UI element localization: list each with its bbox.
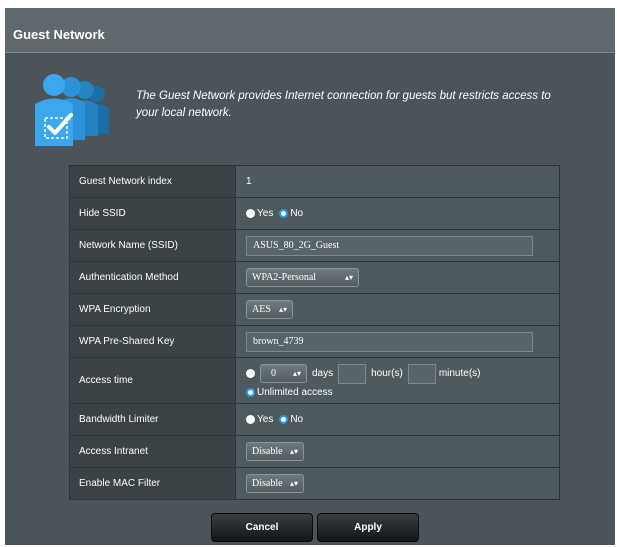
select-value: WPA2-Personal <box>252 272 317 283</box>
title-bar: Guest Network <box>5 8 615 53</box>
guest-users-checkmark-icon <box>31 74 113 157</box>
row-label: Hide SSID <box>70 198 236 229</box>
unlimited-access-radio[interactable] <box>246 387 255 397</box>
table-row: Enable MAC Filter Disable ▴▾ <box>70 468 559 499</box>
row-label: WPA Encryption <box>70 294 236 325</box>
window-title: Guest Network <box>13 27 105 42</box>
access-time-unlimited-line: Unlimited access <box>246 387 339 398</box>
radio-label: No <box>290 208 304 219</box>
access-time-limited-line: 0 ▴▾ days hour(s) minute(s) <box>246 363 481 384</box>
limited-access-radio[interactable] <box>246 369 255 378</box>
select-value: Disable <box>252 478 283 489</box>
minutes-input[interactable] <box>407 363 436 384</box>
select-arrows-icon: ▴▾ <box>344 273 353 282</box>
row-label: Access time <box>70 358 236 403</box>
radio-label: No <box>290 414 304 425</box>
guest-network-index-value: 1 <box>236 166 559 197</box>
table-row: Guest Network index 1 <box>70 166 559 198</box>
hide-ssid-no-radio[interactable] <box>279 209 289 218</box>
hide-ssid-options: Yes No <box>236 198 559 229</box>
select-arrows-icon: ▴▾ <box>292 369 301 378</box>
psk-cell: brown_4739 <box>236 326 559 357</box>
ssid-cell: ASUS_80_2G_Guest <box>236 230 559 261</box>
select-value: AES <box>252 304 271 315</box>
bandwidth-yes-radio[interactable] <box>246 415 255 424</box>
access-intranet-select[interactable]: Disable ▴▾ <box>246 442 304 461</box>
intro-description: The Guest Network provides Internet conn… <box>136 90 551 119</box>
row-label: Guest Network index <box>70 166 236 197</box>
encryption-cell: AES ▴▾ <box>236 294 559 325</box>
mac-filter-cell: Disable ▴▾ <box>236 468 559 499</box>
row-label: Enable MAC Filter <box>70 468 236 499</box>
hide-ssid-yes-radio[interactable] <box>246 209 255 218</box>
bandwidth-options: Yes No <box>236 404 559 435</box>
days-stepper[interactable]: 0 ▴▾ <box>260 364 307 383</box>
table-row: Bandwidth Limiter Yes No <box>70 404 559 436</box>
table-row: Hide SSID Yes No <box>70 198 559 230</box>
row-label: Network Name (SSID) <box>70 230 236 261</box>
wpa-encryption-select[interactable]: AES ▴▾ <box>246 300 293 319</box>
apply-button[interactable]: Apply <box>317 513 419 542</box>
row-label: Authentication Method <box>70 262 236 293</box>
hours-label: hour(s) <box>371 368 403 379</box>
table-row: WPA Encryption AES ▴▾ <box>70 294 559 326</box>
table-row: WPA Pre-Shared Key brown_4739 <box>70 326 559 358</box>
settings-table: Guest Network index 1 Hide SSID Yes No N… <box>69 165 560 500</box>
select-arrows-icon: ▴▾ <box>278 305 287 314</box>
select-value: 0 <box>271 368 276 379</box>
hours-input[interactable] <box>338 363 367 384</box>
table-row: Authentication Method WPA2-Personal ▴▾ <box>70 262 559 294</box>
radio-label: Yes <box>257 414 274 425</box>
pre-shared-key-input[interactable]: brown_4739 <box>246 331 533 352</box>
table-row: Access time 0 ▴▾ days hour(s) minute(s) <box>70 358 559 404</box>
table-row: Network Name (SSID) ASUS_80_2G_Guest <box>70 230 559 262</box>
minutes-label: minute(s) <box>438 368 481 379</box>
cancel-button[interactable]: Cancel <box>211 513 313 542</box>
days-label: days <box>312 368 334 379</box>
auth-cell: WPA2-Personal ▴▾ <box>236 262 559 293</box>
guest-network-window: Guest Network The Guest Network provides… <box>5 8 615 545</box>
row-label: Bandwidth Limiter <box>70 404 236 435</box>
select-arrows-icon: ▴▾ <box>289 479 298 488</box>
mac-filter-select[interactable]: Disable ▴▾ <box>246 474 304 493</box>
row-label: Access Intranet <box>70 436 236 467</box>
ssid-input[interactable]: ASUS_80_2G_Guest <box>246 235 533 256</box>
table-row: Access Intranet Disable ▴▾ <box>70 436 559 468</box>
access-time-cell: 0 ▴▾ days hour(s) minute(s) Unlimited ac… <box>236 358 559 403</box>
select-value: Disable <box>252 446 283 457</box>
authentication-method-select[interactable]: WPA2-Personal ▴▾ <box>246 268 359 287</box>
radio-label: Yes <box>257 208 274 219</box>
row-label: WPA Pre-Shared Key <box>70 326 236 357</box>
select-arrows-icon: ▴▾ <box>289 447 298 456</box>
radio-label: Unlimited access <box>257 386 333 398</box>
intranet-cell: Disable ▴▾ <box>236 436 559 467</box>
bandwidth-no-radio[interactable] <box>279 415 289 424</box>
